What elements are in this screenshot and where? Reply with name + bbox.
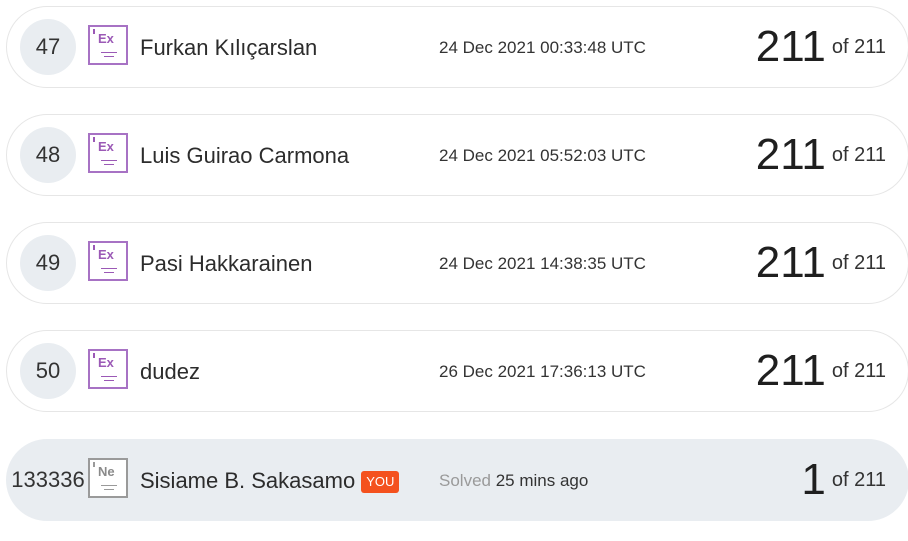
badge-abbreviation: Ex bbox=[98, 31, 114, 46]
leaderboard-row[interactable]: 47 Ex Furkan Kılıçarslan 24 Dec 2021 00:… bbox=[6, 6, 908, 88]
leaderboard-row[interactable]: 50 Ex dudez 26 Dec 2021 17:36:13 UTC 211… bbox=[6, 330, 908, 412]
solved-relative-time: 25 mins ago bbox=[495, 471, 589, 490]
score-total: of 211 bbox=[831, 144, 886, 166]
score: 211 of 211 bbox=[756, 237, 886, 289]
leaderboard-row[interactable]: 49 Ex Pasi Hakkarainen 24 Dec 2021 14:38… bbox=[6, 222, 908, 304]
score-total: of 211 bbox=[831, 469, 886, 491]
expert-badge-icon: Ex bbox=[88, 133, 128, 173]
user-name-link[interactable]: dudez bbox=[140, 358, 200, 386]
score-value: 1 bbox=[801, 455, 826, 504]
score: 211 of 211 bbox=[756, 129, 886, 181]
score: 1 of 211 bbox=[801, 454, 886, 506]
current-user-name: Sisiame B. Sakasamo YOU bbox=[140, 467, 400, 495]
expert-badge-icon: Ex bbox=[88, 25, 128, 65]
user-name-link[interactable]: Pasi Hakkarainen bbox=[140, 250, 312, 278]
solved-timestamp: 26 Dec 2021 17:36:13 UTC bbox=[439, 362, 646, 381]
expert-badge-icon: Ex bbox=[88, 349, 128, 389]
score-value: 211 bbox=[755, 346, 826, 395]
score-value: 211 bbox=[755, 130, 826, 179]
solved-timestamp: 24 Dec 2021 14:38:35 UTC bbox=[439, 254, 646, 273]
badge-abbreviation: Ex bbox=[98, 355, 114, 370]
leaderboard-row[interactable]: 48 Ex Luis Guirao Carmona 24 Dec 2021 05… bbox=[6, 114, 908, 196]
solved-timestamp: Solved 25 mins ago bbox=[439, 471, 588, 491]
user-name-link[interactable]: Furkan Kılıçarslan bbox=[140, 34, 317, 62]
leaderboard: 47 Ex Furkan Kılıçarslan 24 Dec 2021 00:… bbox=[0, 0, 908, 541]
score-value: 211 bbox=[755, 22, 826, 71]
novice-badge-icon: Ne bbox=[88, 458, 128, 498]
score-total: of 211 bbox=[831, 252, 886, 274]
user-name-link[interactable]: Sisiame B. Sakasamo bbox=[140, 468, 355, 493]
score-total: of 211 bbox=[831, 36, 886, 58]
rank-number: 47 bbox=[20, 19, 76, 75]
rank-number: 48 bbox=[20, 127, 76, 183]
solved-timestamp: 24 Dec 2021 00:33:48 UTC bbox=[439, 38, 646, 57]
solved-timestamp: 24 Dec 2021 05:52:03 UTC bbox=[439, 146, 646, 165]
rank-number: 50 bbox=[20, 343, 76, 399]
solved-label: Solved bbox=[439, 471, 491, 490]
badge-abbreviation: Ne bbox=[98, 464, 115, 479]
score: 211 of 211 bbox=[756, 21, 886, 73]
user-name-link[interactable]: Luis Guirao Carmona bbox=[140, 142, 349, 170]
current-user-row[interactable]: 133336 Ne Sisiame B. Sakasamo YOU Solved … bbox=[6, 439, 908, 521]
score: 211 of 211 bbox=[756, 345, 886, 397]
expert-badge-icon: Ex bbox=[88, 241, 128, 281]
badge-abbreviation: Ex bbox=[98, 247, 114, 262]
rank-number: 133336 bbox=[11, 467, 85, 492]
you-badge: YOU bbox=[361, 471, 400, 493]
rank-number: 49 bbox=[20, 235, 76, 291]
badge-abbreviation: Ex bbox=[98, 139, 114, 154]
score-value: 211 bbox=[755, 238, 826, 287]
score-total: of 211 bbox=[831, 360, 886, 382]
